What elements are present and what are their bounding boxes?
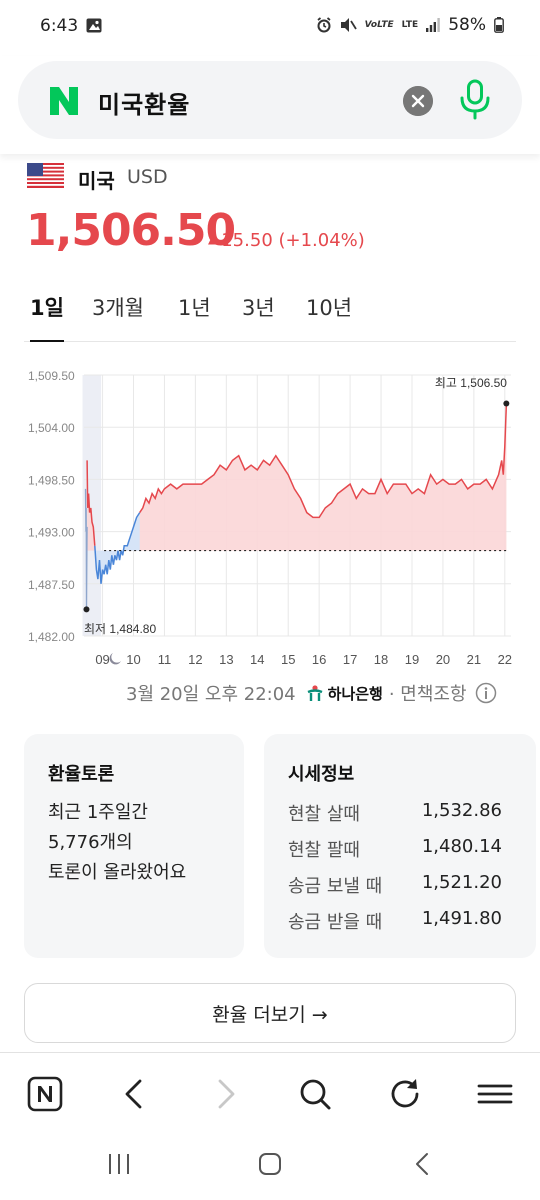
update-timestamp: 3월 20일 오후 22:04 [126,684,296,705]
system-navigation-bar [0,1134,540,1200]
network-label: LTE [401,19,419,30]
refresh-icon[interactable] [386,1075,424,1113]
rate-change: ▲ 15.50 (+1.04%) [208,230,365,251]
y-tick-label: 1,504.00 [28,421,75,435]
y-tick-label: 1,509.50 [28,369,75,383]
quote-label: 송금 받을 때 [288,912,383,933]
status-bar: 6:43 VoLTE LTE 58% [0,0,540,56]
recent-apps-icon[interactable] [106,1151,132,1177]
high-label: 최고 1,506.50 [435,376,507,390]
forum-line: 5,776개의 [48,832,133,853]
quote-card-title: 시세정보 [288,764,355,785]
quote-value: 1,532.86 [421,800,502,821]
y-tick-label: 1,487.50 [28,578,75,592]
menu-icon[interactable] [476,1075,514,1113]
quote-value: 1,491.80 [421,908,502,929]
x-tick-label: 18 [374,652,388,667]
quote-value: 1,521.20 [421,872,502,893]
battery-percent: 58% [448,15,486,35]
x-tick-label: 11 [158,652,172,667]
x-tick-label: 21 [467,652,481,667]
battery-icon [494,17,504,33]
quote-label: 송금 보낼 때 [288,876,383,897]
x-tick-label: 20 [436,652,450,667]
tab-3m[interactable]: 3개월 [92,292,144,342]
clear-search-button[interactable] [403,86,433,116]
bank-name: 하나은행 [327,684,383,703]
country-name: 미국 [78,169,115,193]
quote-label: 현찰 팔때 [288,840,360,861]
tab-1d[interactable]: 1일 [30,292,64,342]
y-tick-label: 1,482.00 [28,630,75,644]
exchange-rate-value: 1,506.50 [26,205,236,256]
search-bar[interactable]: 미국환율 [18,61,522,139]
tab-1y[interactable]: 1년 [178,292,211,342]
naver-home-icon[interactable] [26,1075,64,1113]
x-tick-label: 10 [126,652,140,667]
quote-row: 송금 보낼 때 1,521.20 [288,872,502,898]
low-marker [83,606,90,613]
quote-card: 시세정보 현찰 살때 1,532.86 현찰 팔때 1,480.14 송금 보낼… [264,734,536,958]
forum-card-title: 환율토론 [48,764,115,785]
x-tick-label: 16 [312,652,326,667]
bank-source: 하나은행 [306,683,383,704]
forum-card[interactable]: 환율토론 최근 1주일간 5,776개의 토론이 올라왔어요 [24,734,244,958]
x-tick-label: 13 [219,652,233,667]
alarm-icon [317,17,331,33]
x-tick-label: 12 [188,652,202,667]
volte-label: VoLTE [364,19,394,30]
gallery-notification-icon [86,18,102,33]
up-triangle-icon: ▲ [208,232,218,246]
status-icons: VoLTE LTE 58% [316,15,504,35]
system-back-icon[interactable] [410,1151,436,1177]
tab-10y[interactable]: 10년 [306,292,352,342]
x-tick-label: 17 [343,652,357,667]
quote-row: 현찰 팔때 1,480.14 [288,836,502,862]
low-label: 최저 1,484.80 [84,622,156,636]
source-line: 3월 20일 오후 22:04 하나은행 · 면책조항 [126,680,497,706]
high-marker [503,400,510,407]
browser-toolbar [0,1052,540,1134]
forum-card-text: 최근 1주일간 5,776개의 토론이 올라왔어요 [48,798,186,888]
y-tick-label: 1,498.50 [28,473,75,487]
moon-icon [109,653,121,665]
x-tick-label: 19 [405,652,419,667]
us-flag-icon [27,163,64,188]
status-time: 6:43 [40,16,79,36]
search-input[interactable]: 미국환율 [98,85,190,120]
quote-label: 현찰 살때 [288,804,360,825]
quote-value: 1,480.14 [421,836,502,857]
home-icon[interactable] [257,1151,283,1177]
mute-icon [340,18,357,32]
period-tabs: 1일 3개월 1년 3년 10년 [24,292,516,342]
forward-icon[interactable] [206,1075,244,1113]
x-tick-label: 14 [250,652,264,667]
back-icon[interactable] [116,1075,154,1113]
quote-row: 현찰 살때 1,532.86 [288,800,502,826]
more-exchange-rates-button[interactable]: 환율 더보기 → [24,983,516,1043]
hana-bank-logo-icon [307,685,323,701]
tab-3y[interactable]: 3년 [242,292,275,342]
x-tick-label: 15 [281,652,295,667]
y-tick-label: 1,493.00 [28,526,75,540]
exchange-rate-chart[interactable]: 1,509.50 1,504.00 1,498.50 1,493.00 1,487.50… [24,355,520,675]
x-tick-label: 22 [498,652,512,667]
info-icon[interactable] [475,682,497,704]
forum-line: 토론이 올라왔어요 [48,862,187,883]
voice-search-icon[interactable] [456,79,494,121]
signal-icon [426,18,441,32]
rate-change-text: 15.50 (+1.04%) [221,230,365,251]
disclaimer-link[interactable]: · 면책조항 [389,680,467,706]
search-header: 미국환율 [0,56,540,154]
naver-logo-icon[interactable] [48,85,80,117]
search-icon[interactable] [296,1075,334,1113]
currency-code: USD [127,166,168,188]
forum-line: 최근 1주일간 [48,802,148,823]
x-tick-label: 09 [95,652,109,667]
quote-row: 송금 받을 때 1,491.80 [288,908,502,934]
